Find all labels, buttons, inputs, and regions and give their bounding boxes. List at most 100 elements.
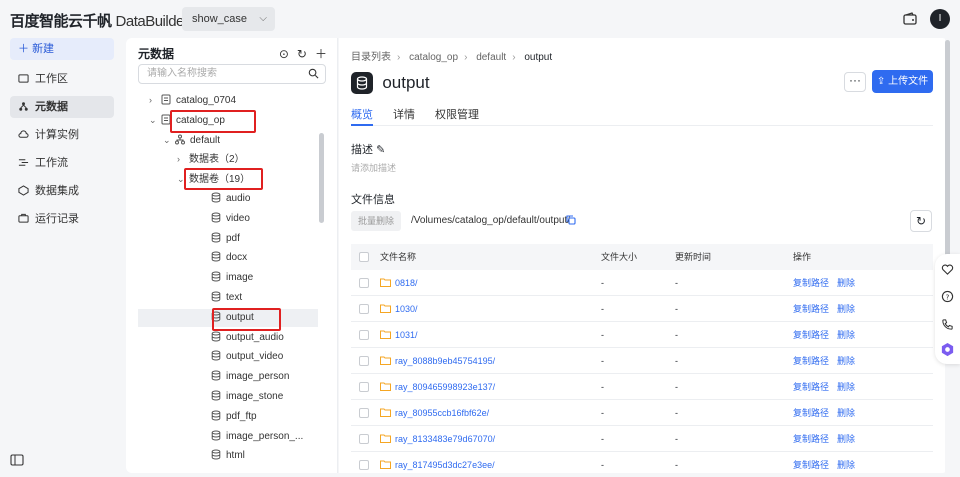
folder-link[interactable]: ray_80955ccb16fbf62e/ bbox=[395, 408, 489, 418]
row-checkbox[interactable] bbox=[359, 460, 369, 470]
refresh-icon[interactable]: ↻ bbox=[297, 47, 307, 61]
chevron-down-icon[interactable]: ⌄ bbox=[163, 131, 175, 149]
file-name-cell[interactable]: ray_8088b9eb45754195/ bbox=[380, 348, 495, 374]
breadcrumb-item[interactable]: 目录列表 bbox=[351, 52, 391, 63]
search-icon[interactable] bbox=[308, 68, 319, 79]
table-row[interactable]: 1031/ - - 复制路径 删除 bbox=[351, 322, 933, 348]
tree-item[interactable]: › 数据表（2） bbox=[177, 150, 245, 168]
file-name-cell[interactable]: 1030/ bbox=[380, 296, 418, 322]
batch-delete-button[interactable]: 批量删除 bbox=[351, 211, 401, 231]
folder-link[interactable]: 1031/ bbox=[395, 330, 418, 340]
delete-link[interactable]: 删除 bbox=[837, 460, 855, 470]
nav-item-workspace[interactable]: 工作区 bbox=[10, 68, 114, 90]
copy-path-link[interactable]: 复制路径 bbox=[793, 278, 829, 288]
folder-link[interactable]: 1030/ bbox=[395, 304, 418, 314]
row-checkbox[interactable] bbox=[359, 356, 369, 366]
file-name-cell[interactable]: ray_8133483e79d67070/ bbox=[380, 426, 495, 452]
tree-item-volume[interactable]: image_person_... bbox=[211, 428, 303, 446]
nav-item-workflow[interactable]: 工作流 bbox=[10, 152, 114, 174]
description-placeholder[interactable]: 请添加描述 bbox=[351, 161, 396, 174]
assistant-icon[interactable] bbox=[940, 342, 955, 357]
app-logo[interactable]: 百度智能云千帆 DataBuilder bbox=[10, 10, 189, 31]
tree-scrollbar[interactable] bbox=[319, 133, 324, 223]
sidebar-collapse-icon[interactable] bbox=[10, 453, 24, 467]
row-checkbox[interactable] bbox=[359, 434, 369, 444]
chevron-right-icon[interactable]: › bbox=[177, 150, 189, 168]
chevron-right-icon[interactable]: › bbox=[149, 91, 161, 109]
copy-path-link[interactable]: 复制路径 bbox=[793, 356, 829, 366]
copy-path-link[interactable]: 复制路径 bbox=[793, 304, 829, 314]
delete-link[interactable]: 删除 bbox=[837, 278, 855, 288]
tree-item-volume[interactable]: image_person bbox=[211, 368, 289, 386]
table-row[interactable]: ray_809465998923e137/ - - 复制路径 删除 bbox=[351, 374, 933, 400]
tab-overview[interactable]: 概览 bbox=[351, 106, 373, 126]
target-icon[interactable]: ⊙ bbox=[279, 47, 289, 61]
tree-item-volume[interactable]: text bbox=[211, 289, 242, 307]
tree-item-volume[interactable]: audio bbox=[211, 190, 250, 208]
table-row[interactable]: ray_817495d3dc27e3ee/ - - 复制路径 删除 bbox=[351, 452, 933, 477]
user-avatar[interactable]: I bbox=[930, 9, 950, 29]
folder-link[interactable]: ray_8088b9eb45754195/ bbox=[395, 356, 495, 366]
file-name-cell[interactable]: 0818/ bbox=[380, 270, 418, 296]
tree-item[interactable]: › catalog_0704 bbox=[149, 91, 236, 109]
nav-item-integration[interactable]: 数据集成 bbox=[10, 180, 114, 202]
copy-path-link[interactable]: 复制路径 bbox=[793, 382, 829, 392]
table-row[interactable]: ray_8133483e79d67070/ - - 复制路径 删除 bbox=[351, 426, 933, 452]
edit-icon[interactable]: ✎ bbox=[376, 144, 385, 156]
table-row[interactable]: ray_80955ccb16fbf62e/ - - 复制路径 删除 bbox=[351, 400, 933, 426]
copy-path-link[interactable]: 复制路径 bbox=[793, 330, 829, 340]
tree-item-volume[interactable]: pdf_ftp bbox=[211, 408, 257, 426]
chevron-down-icon[interactable]: ⌄ bbox=[149, 111, 161, 129]
help-icon[interactable]: ? bbox=[941, 290, 954, 303]
delete-link[interactable]: 删除 bbox=[837, 408, 855, 418]
tree-item[interactable]: ⌄ default bbox=[163, 131, 220, 149]
row-checkbox[interactable] bbox=[359, 408, 369, 418]
tab-permissions[interactable]: 权限管理 bbox=[435, 106, 479, 126]
table-row[interactable]: 0818/ - - 复制路径 删除 bbox=[351, 270, 933, 296]
copy-path-link[interactable]: 复制路径 bbox=[793, 408, 829, 418]
delete-link[interactable]: 删除 bbox=[837, 330, 855, 340]
tree-item-volume[interactable]: docx bbox=[211, 249, 247, 267]
tree-search-input[interactable]: 请输入名称搜索 bbox=[138, 64, 326, 84]
file-name-cell[interactable]: ray_809465998923e137/ bbox=[380, 374, 495, 400]
workspace-select[interactable]: show_case ⌵ bbox=[182, 7, 275, 31]
nav-item-records[interactable]: 运行记录 bbox=[10, 208, 114, 230]
new-button[interactable]: ＋ 新建 bbox=[10, 38, 114, 60]
upload-file-button[interactable]: ⇪ 上传文件 bbox=[872, 70, 933, 93]
wallet-icon[interactable] bbox=[902, 11, 918, 27]
folder-link[interactable]: 0818/ bbox=[395, 278, 418, 288]
heart-icon[interactable] bbox=[941, 263, 954, 276]
add-icon[interactable]: ＋ bbox=[315, 45, 327, 62]
row-checkbox[interactable] bbox=[359, 278, 369, 288]
row-checkbox[interactable] bbox=[359, 304, 369, 314]
tree-item-volume[interactable]: pdf bbox=[211, 230, 240, 248]
row-checkbox[interactable] bbox=[359, 382, 369, 392]
tree-item-volume[interactable]: html bbox=[211, 447, 245, 465]
nav-item-metadata[interactable]: 元数据 bbox=[10, 96, 114, 118]
more-button[interactable]: ··· bbox=[844, 72, 866, 92]
breadcrumb-item[interactable]: catalog_op bbox=[409, 52, 458, 63]
refresh-button[interactable]: ↻ bbox=[910, 210, 932, 232]
tree-item-volume[interactable]: image_stone bbox=[211, 388, 283, 406]
file-name-cell[interactable]: ray_80955ccb16fbf62e/ bbox=[380, 400, 489, 426]
select-all-checkbox[interactable] bbox=[359, 252, 369, 262]
folder-link[interactable]: ray_8133483e79d67070/ bbox=[395, 434, 495, 444]
table-row[interactable]: 1030/ - - 复制路径 删除 bbox=[351, 296, 933, 322]
row-checkbox[interactable] bbox=[359, 330, 369, 340]
file-name-cell[interactable]: 1031/ bbox=[380, 322, 418, 348]
copy-path-link[interactable]: 复制路径 bbox=[793, 460, 829, 470]
folder-link[interactable]: ray_817495d3dc27e3ee/ bbox=[395, 460, 495, 470]
tree-item-volume[interactable]: output_video bbox=[211, 348, 283, 366]
tree-item-volume[interactable]: image bbox=[211, 269, 253, 287]
delete-link[interactable]: 删除 bbox=[837, 304, 855, 314]
delete-link[interactable]: 删除 bbox=[837, 434, 855, 444]
main-scrollbar-thumb[interactable] bbox=[945, 40, 950, 280]
table-row[interactable]: ray_8088b9eb45754195/ - - 复制路径 删除 bbox=[351, 348, 933, 374]
file-name-cell[interactable]: ray_817495d3dc27e3ee/ bbox=[380, 452, 495, 477]
tree-item-volume[interactable]: output_audio bbox=[211, 329, 284, 347]
tree-item-volume[interactable]: video bbox=[211, 210, 250, 228]
copy-icon[interactable] bbox=[566, 215, 576, 225]
nav-item-compute[interactable]: 计算实例 bbox=[10, 124, 114, 146]
phone-icon[interactable] bbox=[941, 318, 954, 331]
copy-path-link[interactable]: 复制路径 bbox=[793, 434, 829, 444]
